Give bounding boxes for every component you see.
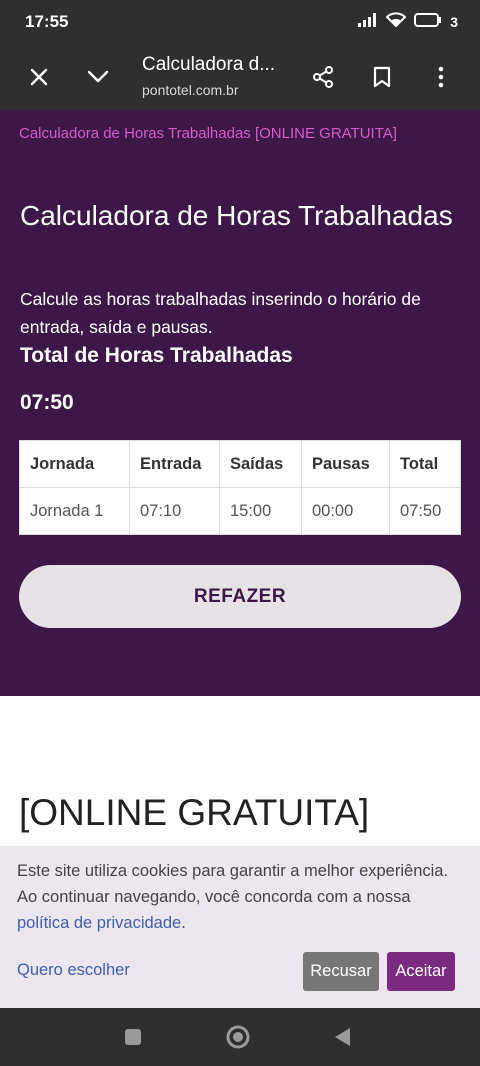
refuse-button[interactable]: Recusar — [303, 952, 379, 991]
browser-page-title: Calculadora d... — [142, 54, 276, 75]
recents-icon[interactable] — [118, 1022, 148, 1052]
redo-button[interactable]: REFAZER — [19, 565, 461, 628]
browser-url: pontotel.com.br — [142, 82, 239, 98]
col-header-pausas: Pausas — [301, 440, 390, 488]
system-nav-bar — [0, 1008, 480, 1066]
table-header-row: Jornada Entrada Saídas Pausas Total — [19, 440, 461, 488]
home-icon[interactable] — [223, 1022, 253, 1052]
calculator-section: Calculadora de Horas Trabalhadas [ONLINE… — [0, 110, 480, 696]
cell-pausas: 00:00 — [301, 487, 390, 535]
hours-table: Jornada Entrada Saídas Pausas Total Jorn… — [19, 440, 461, 535]
status-time: 17:55 — [25, 12, 69, 31]
status-icons: 3 — [358, 12, 458, 32]
cookie-banner: Este site utiliza cookies para garantir … — [0, 846, 480, 1008]
cookie-text-main: Este site utiliza cookies para garantir … — [17, 862, 449, 906]
browser-toolbar: Calculadora d... pontotel.com.br — [0, 44, 480, 110]
chevron-down-icon[interactable] — [84, 63, 112, 91]
cell-saidas: 15:00 — [219, 487, 302, 535]
signal-icon — [358, 12, 378, 32]
col-header-jornada: Jornada — [19, 440, 130, 488]
battery-percent: 3 — [450, 14, 458, 30]
bookmark-icon[interactable] — [368, 63, 396, 91]
choose-cookies-link[interactable]: Quero escolher — [17, 961, 130, 980]
cell-total: 07:50 — [389, 487, 461, 535]
page-title: Calculadora de Horas Trabalhadas — [20, 200, 453, 231]
status-bar: 17:55 3 — [0, 0, 480, 44]
cookie-text: Este site utiliza cookies para garantir … — [17, 858, 467, 936]
breadcrumb[interactable]: Calculadora de Horas Trabalhadas [ONLINE… — [19, 125, 397, 142]
table-row: Jornada 1 07:10 15:00 00:00 07:50 — [19, 487, 461, 535]
cell-jornada: Jornada 1 — [19, 487, 130, 535]
col-header-entrada: Entrada — [129, 440, 220, 488]
more-vert-icon[interactable] — [427, 63, 455, 91]
total-hours-value: 07:50 — [20, 391, 74, 414]
privacy-policy-link[interactable]: política de privacidade — [17, 914, 181, 932]
cookie-text-end: . — [181, 914, 186, 932]
battery-icon — [414, 12, 442, 32]
share-icon[interactable] — [309, 63, 337, 91]
col-header-saidas: Saídas — [219, 440, 302, 488]
close-icon[interactable] — [25, 63, 53, 91]
wifi-icon — [385, 12, 407, 32]
cell-entrada: 07:10 — [129, 487, 220, 535]
col-header-total: Total — [389, 440, 461, 488]
total-hours-label: Total de Horas Trabalhadas — [20, 344, 293, 367]
back-icon[interactable] — [327, 1022, 357, 1052]
accept-button[interactable]: Aceitar — [387, 952, 455, 991]
page-subtitle: Calcule as horas trabalhadas inserindo o… — [20, 289, 421, 337]
section-heading: [ONLINE GRATUITA] — [19, 792, 370, 833]
